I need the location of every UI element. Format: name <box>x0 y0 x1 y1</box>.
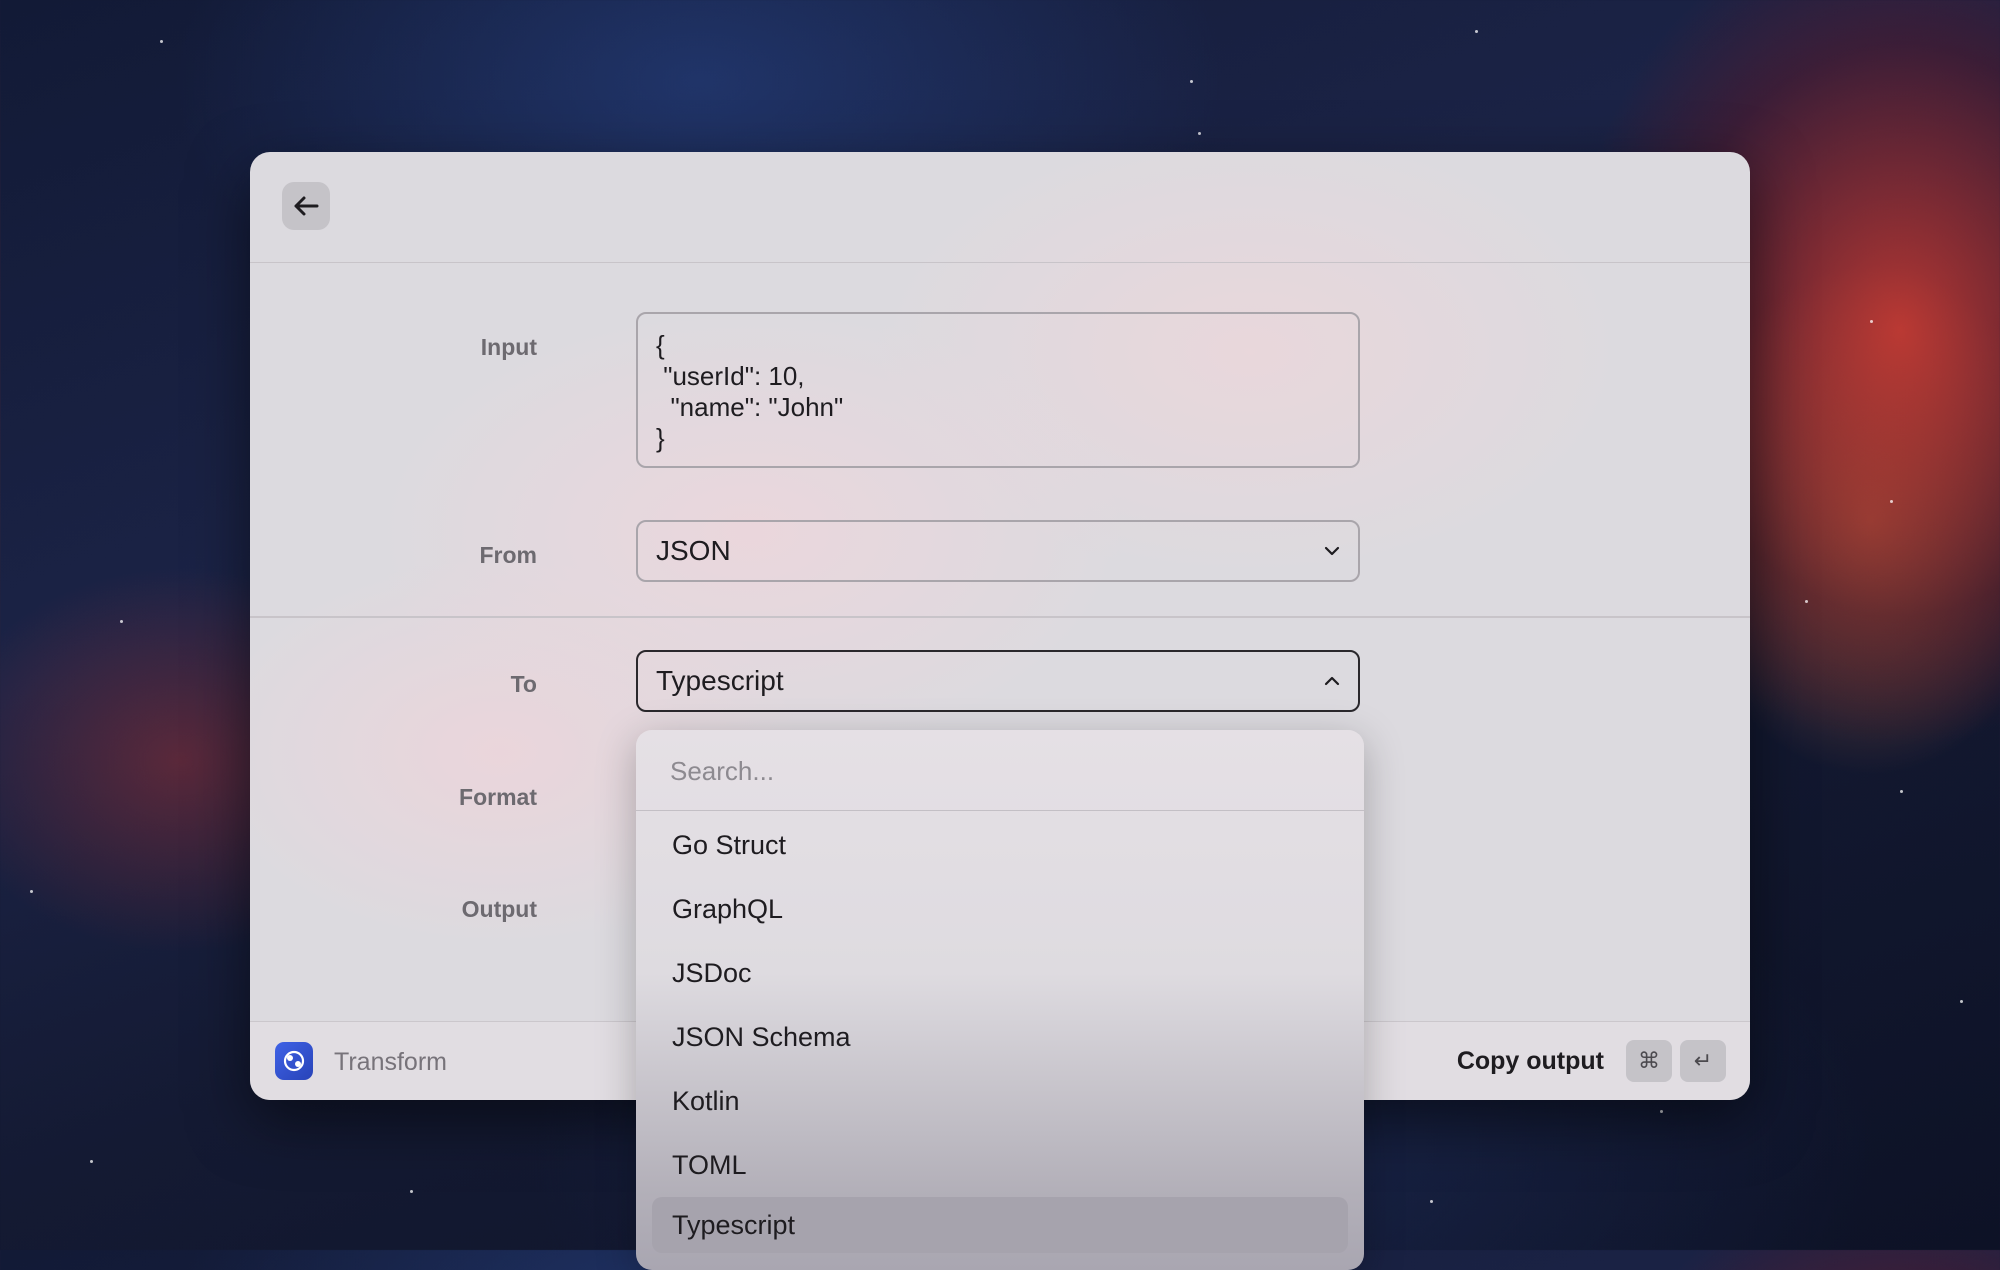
transform-app-icon <box>275 1042 313 1080</box>
to-dropdown-menu: Go Struct GraphQL JSDoc JSON Schema Kotl… <box>636 730 1364 1270</box>
star <box>90 1160 93 1163</box>
search-input[interactable] <box>668 748 1332 794</box>
chevron-down-icon <box>1324 546 1340 556</box>
format-label: Format <box>459 784 537 810</box>
input-textarea[interactable]: { "userId": 10, "name": "John" } <box>636 312 1360 468</box>
star <box>1198 132 1201 135</box>
star <box>1475 30 1478 33</box>
dropdown-option-toml[interactable]: TOML <box>652 1137 1348 1193</box>
dropdown-option-graphql[interactable]: GraphQL <box>652 881 1348 937</box>
input-label: Input <box>480 334 537 360</box>
copy-output-button[interactable]: Copy output <box>1457 1047 1604 1076</box>
star <box>1960 1000 1963 1003</box>
from-select-value: JSON <box>656 535 731 566</box>
dropdown-option-typescript[interactable]: Typescript <box>652 1197 1348 1253</box>
dropdown-option-kotlin[interactable]: Kotlin <box>652 1073 1348 1129</box>
transform-glyph-icon <box>283 1050 305 1072</box>
star <box>1890 500 1893 503</box>
star <box>120 620 123 623</box>
chevron-up-icon <box>1324 676 1340 686</box>
from-select[interactable]: JSON <box>636 520 1360 582</box>
dropdown-search <box>636 730 1364 811</box>
star <box>1900 790 1903 793</box>
section-divider <box>250 616 1750 618</box>
star <box>1805 600 1808 603</box>
star <box>1430 1200 1433 1203</box>
from-label: From <box>479 542 538 568</box>
dropdown-option-jsdoc[interactable]: JSDoc <box>652 945 1348 1001</box>
output-label: Output <box>461 896 537 922</box>
arrow-left-icon <box>294 196 319 216</box>
star <box>410 1190 413 1193</box>
star <box>1660 1110 1663 1113</box>
window-toolbar <box>250 152 1750 263</box>
star <box>1190 80 1193 83</box>
to-select-value: Typescript <box>656 665 784 696</box>
command-key-icon: ⌘ <box>1626 1040 1672 1082</box>
star <box>160 40 163 43</box>
to-select[interactable]: Typescript <box>636 650 1360 712</box>
dropdown-option-go-struct[interactable]: Go Struct <box>652 817 1348 873</box>
app-name: Transform <box>334 1048 447 1076</box>
to-label: To <box>510 671 537 697</box>
star <box>30 890 33 893</box>
dropdown-option-json-schema[interactable]: JSON Schema <box>652 1009 1348 1065</box>
back-button[interactable] <box>282 182 330 230</box>
return-key-icon: ↵ <box>1680 1040 1726 1082</box>
star <box>1870 320 1873 323</box>
